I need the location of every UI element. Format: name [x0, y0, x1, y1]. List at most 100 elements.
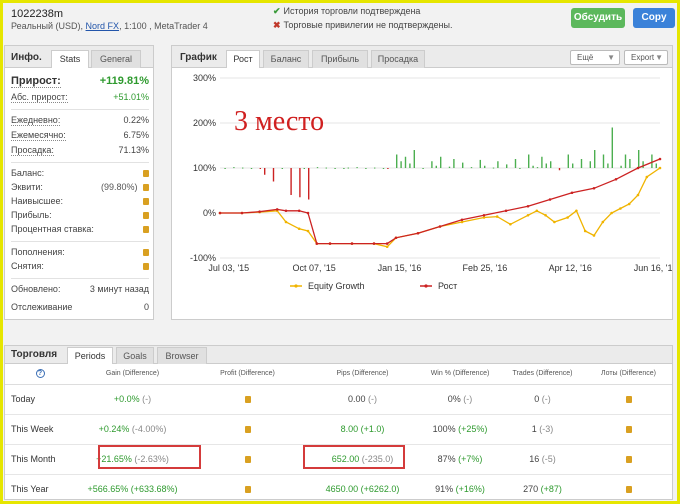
periods-table: ? Gain (Difference) Profit (Difference) … [5, 364, 672, 504]
tracking-row: Отслеживание 0 [11, 302, 149, 315]
tab-goals[interactable]: Goals [116, 347, 154, 364]
more-label: Ещё [577, 53, 594, 62]
series-point [438, 225, 442, 228]
gain-row: Прирост: +119.81% [11, 75, 149, 88]
copy-button[interactable]: Copy [633, 8, 675, 28]
more-select[interactable]: Ещё ▼ [570, 50, 620, 65]
updated-value: 3 минут назад [89, 284, 149, 294]
growth-bar [334, 168, 336, 169]
tab-profit[interactable]: Прибыль [312, 50, 368, 68]
growth-bar [567, 154, 569, 168]
period-cell: This Year [5, 474, 75, 504]
equity-label: Эквити: [11, 182, 43, 192]
info-icon[interactable]: ? [5, 364, 75, 385]
lock-icon [585, 414, 672, 445]
y-tick-label: 0% [203, 208, 216, 218]
divider [11, 241, 149, 242]
tab-stats[interactable]: Stats [51, 50, 89, 68]
tab-drawdown[interactable]: Просадка [371, 50, 425, 68]
trades-cell: 0 (-) [500, 384, 585, 415]
growth-bar [642, 161, 644, 168]
growth-bar [470, 167, 473, 169]
drawdown-value: 71.13% [118, 145, 149, 155]
tab-general[interactable]: General [91, 50, 141, 68]
column-header[interactable]: Profit (Difference) [190, 364, 305, 385]
tab-balance[interactable]: Баланс [263, 50, 309, 68]
withdrawals-row: Снятия: [11, 261, 149, 274]
growth-bar [347, 167, 349, 169]
growth-bar [382, 168, 385, 169]
export-select[interactable]: Export ▼ [624, 50, 668, 65]
x-tick-label: Apr 12, '16 [549, 263, 592, 273]
tab-periods[interactable]: Periods [67, 347, 113, 364]
growth-bar [572, 163, 574, 168]
growth-bar [343, 168, 345, 169]
check-icon: ✔ [273, 6, 281, 16]
growth-bar [440, 156, 442, 168]
highlight-pips-box [303, 445, 405, 469]
growth-bar [497, 161, 499, 168]
tab-browser[interactable]: Browser [157, 347, 207, 364]
balance-label: Баланс: [11, 168, 45, 178]
column-header[interactable]: Trades (Difference) [500, 364, 585, 385]
history-status: ✔ История торговли подтверждена [273, 6, 420, 17]
growth-bar [259, 168, 261, 169]
trades-cell: 270 (+87) [500, 474, 585, 504]
growth-bar [607, 163, 609, 168]
legend-label: Рост [438, 281, 457, 291]
tracking-label: Отслеживание [11, 302, 73, 312]
series-point [482, 213, 486, 217]
series-point [218, 211, 222, 215]
growth-bar [550, 161, 552, 168]
series-point [385, 245, 389, 249]
growth-bar [462, 162, 464, 168]
x-tick-label: Jul 03, '15 [208, 263, 249, 273]
series-point [460, 220, 464, 224]
series-point [297, 209, 301, 213]
abs-gain-label: Абс. прирост: [11, 92, 68, 103]
column-header[interactable]: Win % (Difference) [420, 364, 500, 385]
discuss-button[interactable]: Обсудить [571, 8, 625, 28]
series-point [297, 227, 301, 231]
updated-label: Обновлено: [11, 284, 61, 294]
lock-icon [585, 444, 672, 475]
broker-link[interactable]: Nord FX [86, 21, 120, 31]
drawdown-row: Просадка: 71.13% [11, 145, 149, 158]
lock-icon [143, 224, 149, 234]
lock-icon [143, 261, 149, 271]
series-point [636, 166, 640, 170]
growth-bar [396, 154, 398, 168]
series-point [350, 242, 354, 245]
info-title: Инфо. [11, 52, 42, 63]
growth-bar [224, 168, 226, 169]
drawdown-label: Просадка: [11, 145, 54, 156]
gain-label: Прирост: [11, 75, 61, 88]
series-point [385, 242, 389, 245]
lock-icon [585, 474, 672, 504]
series-point [645, 175, 649, 179]
growth-bar [325, 167, 327, 169]
lock-icon [585, 384, 672, 415]
tracking-value: 0 [143, 302, 149, 312]
lock-icon [190, 384, 305, 415]
daily-row: Ежедневно: 0.22% [11, 115, 149, 128]
column-header[interactable]: Лоты (Difference) [585, 364, 672, 385]
growth-bar [264, 168, 266, 175]
series-point [548, 198, 552, 201]
growth-bar [589, 161, 591, 168]
account-id: 1022238m [11, 8, 63, 20]
column-header[interactable]: Gain (Difference) [75, 364, 190, 385]
series-point [306, 211, 310, 215]
table-row: Today +0.0% (-) 0.00 (-) 0% (-) 0 (-) [5, 384, 672, 415]
growth-bar [479, 159, 481, 168]
series-point [306, 229, 310, 233]
series-point [240, 211, 244, 215]
growth-bar [453, 159, 455, 168]
highest-row: Наивысшее: [11, 196, 149, 209]
win-cell: 91% (+16%) [420, 474, 500, 504]
privileges-status-text: Торговые привилегии не подтверждены. [283, 20, 453, 30]
balance-row: Баланс: [11, 168, 149, 181]
win-cell: 100% (+25%) [420, 414, 500, 445]
column-header[interactable]: Pips (Difference) [305, 364, 420, 385]
tab-growth[interactable]: Рост [226, 50, 260, 68]
